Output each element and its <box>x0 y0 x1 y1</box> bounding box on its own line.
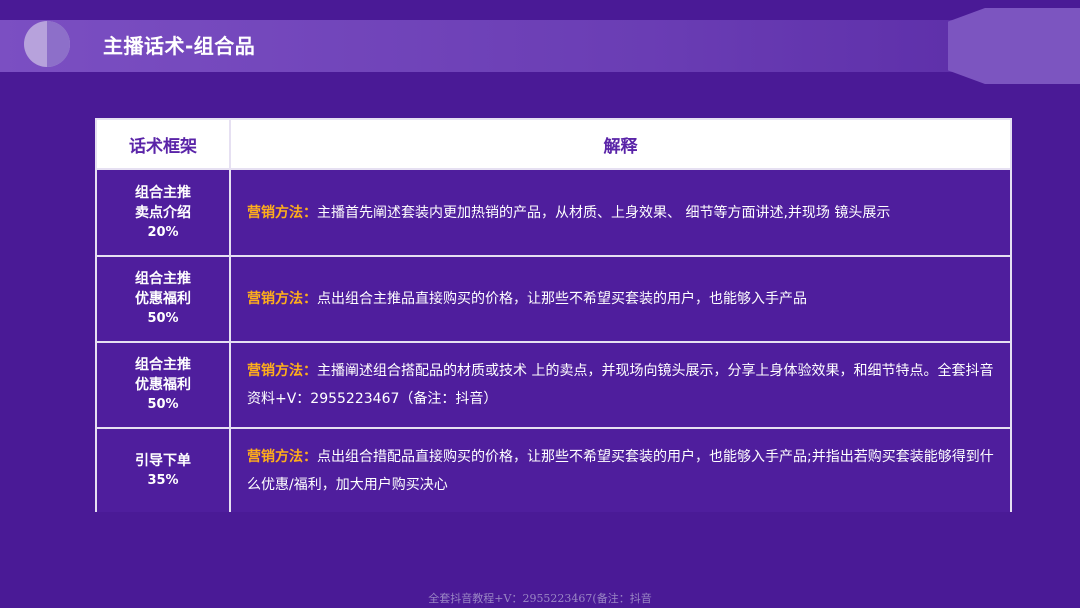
category-cell: 组合主推 优惠福利 50% <box>97 343 231 427</box>
method-label: 营销方法： <box>247 291 317 307</box>
table-header-row: 话术框架 解释 <box>97 120 1010 170</box>
method-label: 营销方法： <box>247 363 317 379</box>
category-percent: 35% <box>147 472 179 488</box>
table-row: 组合主推 优惠福利 50% 营销方法：点出组合主推品直接购买的价格，让那些不希望… <box>97 255 1010 341</box>
page-title: 主播话术-组合品 <box>103 34 256 58</box>
explanation-body: 点出组合主推品直接购买的价格，让那些不希望买套装的用户，也能够入手产品 <box>317 291 807 307</box>
category-percent: 20% <box>147 224 179 240</box>
header-circle-decoration <box>24 21 70 67</box>
script-table: 话术框架 解释 组合主推 卖点介绍 20% 营销方法：主播首先阐述套装内更加热销… <box>95 118 1012 512</box>
explanation-body: 点出组合措配品直接购买的价格，让那些不希望买套装的用户，也能够入手产品;并指出若… <box>247 448 994 493</box>
table-row: 引导下单 35% 营销方法：点出组合措配品直接购买的价格，让那些不希望买套装的用… <box>97 427 1010 512</box>
category-percent: 50% <box>147 311 179 326</box>
header-tab-decoration <box>948 8 1080 84</box>
category-label: 优惠福利 <box>135 377 191 393</box>
column-header: 话术框架 <box>129 136 197 157</box>
explanation-cell: 营销方法：点出组合主推品直接购买的价格，让那些不希望买套装的用户，也能够入手产品 <box>231 257 1010 341</box>
explanation-body: 主播阐述组合搭配品的材质或技术 上的卖点，并现场向镜头展示，分享上身体验效果，和… <box>247 363 994 407</box>
footer-watermark: 全套抖音教程+V：2955223467(备注：抖音 <box>428 592 652 605</box>
method-label: 营销方法： <box>247 204 317 221</box>
column-header: 解释 <box>603 136 638 157</box>
category-cell: 组合主推 卖点介绍 20% <box>97 170 231 255</box>
category-label: 组合主推 <box>135 271 191 287</box>
explanation-text: 营销方法：主播首先阐述套装内更加热销的产品，从材质、上身效果、 细节等方面讲述,… <box>247 199 890 227</box>
header-cell-explanation: 解释 <box>231 120 1010 168</box>
category-label: 引导下单 <box>135 452 191 469</box>
category-cell: 组合主推 优惠福利 50% <box>97 257 231 341</box>
explanation-text: 营销方法：主播阐述组合搭配品的材质或技术 上的卖点，并现场向镜头展示，分享上身体… <box>247 357 994 413</box>
header-cell-framework: 话术框架 <box>97 120 231 168</box>
category-label: 组合主推 <box>135 184 191 201</box>
explanation-body: 主播首先阐述套装内更加热销的产品，从材质、上身效果、 细节等方面讲述,并现场 镜… <box>317 204 891 221</box>
method-label: 营销方法： <box>247 448 317 465</box>
explanation-cell: 营销方法：点出组合措配品直接购买的价格，让那些不希望买套装的用户，也能够入手产品… <box>231 429 1010 512</box>
category-label: 卖点介绍 <box>135 204 191 221</box>
category-percent: 50% <box>147 397 179 412</box>
category-label: 组合主推 <box>135 357 191 373</box>
table-row: 组合主推 卖点介绍 20% 营销方法：主播首先阐述套装内更加热销的产品，从材质、… <box>97 170 1010 255</box>
category-cell: 引导下单 35% <box>97 429 231 512</box>
explanation-text: 营销方法：点出组合措配品直接购买的价格，让那些不希望买套装的用户，也能够入手产品… <box>247 443 994 499</box>
category-label: 优惠福利 <box>135 291 191 307</box>
table-row: 组合主推 优惠福利 50% 营销方法：主播阐述组合搭配品的材质或技术 上的卖点，… <box>97 341 1010 427</box>
explanation-text: 营销方法：点出组合主推品直接购买的价格，让那些不希望买套装的用户，也能够入手产品 <box>247 285 807 313</box>
explanation-cell: 营销方法：主播首先阐述套装内更加热销的产品，从材质、上身效果、 细节等方面讲述,… <box>231 170 1010 255</box>
explanation-cell: 营销方法：主播阐述组合搭配品的材质或技术 上的卖点，并现场向镜头展示，分享上身体… <box>231 343 1010 427</box>
